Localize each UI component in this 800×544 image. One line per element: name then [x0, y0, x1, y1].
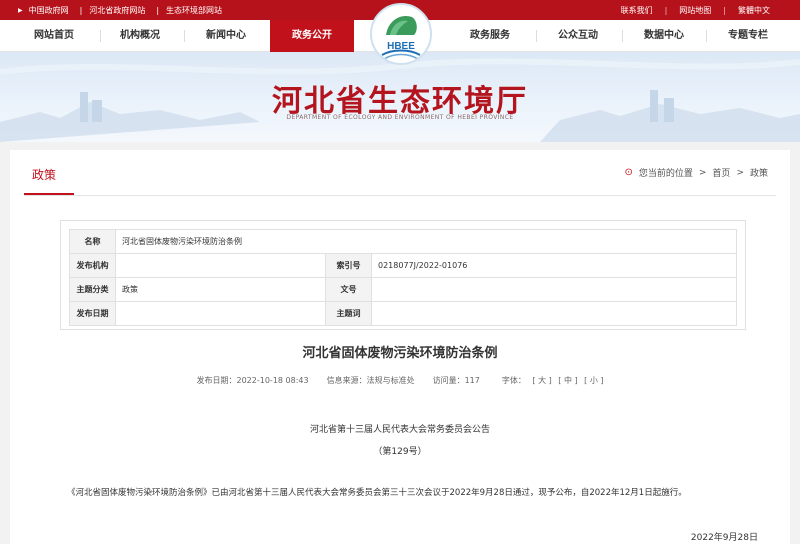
- header-banner: 河北省生态环境厅 DEPARTMENT OF ECOLOGY AND ENVIR…: [0, 52, 800, 142]
- separator: |: [79, 5, 83, 15]
- info-key: 发布日期: [69, 301, 116, 326]
- nav-divider: [706, 30, 707, 42]
- table-row: 发布机构 索引号 0218077J/2022-01076: [69, 253, 737, 278]
- publish-date-label: 发布日期：: [196, 376, 237, 385]
- nav-divider: [184, 30, 185, 42]
- nav-divider: [622, 30, 623, 42]
- breadcrumb-prefix: 您当前的位置: [638, 169, 693, 179]
- view-count: 访问量：117: [433, 375, 480, 386]
- table-row: 名称 河北省固体废物污染环境防治条例: [69, 229, 737, 254]
- banner-subtitle: DEPARTMENT OF ECOLOGY AND ENVIRONMENT OF…: [286, 114, 514, 121]
- info-key: 文号: [325, 277, 372, 302]
- info-source: 信息来源：法规与标准处: [327, 375, 415, 386]
- site-logo[interactable]: HBEE: [370, 3, 432, 65]
- publish-date: 发布日期：2022-10-18 08:43: [197, 375, 309, 386]
- top-bar-right-links: 联系我们 | 网站地图 | 繁體中文: [609, 0, 782, 20]
- nav-divider: [100, 30, 101, 42]
- font-size-small-button[interactable]: [ 小 ]: [584, 376, 603, 385]
- logo-emblem-icon: [381, 15, 421, 60]
- table-row: 主题分类 政策 文号: [69, 277, 737, 302]
- separator: |: [156, 5, 160, 15]
- document-info-box: 名称 河北省固体废物污染环境防治条例 发布机构 索引号 0218077J/202…: [60, 220, 746, 330]
- breadcrumb-separator: >: [698, 167, 707, 178]
- page-title-underline: [24, 193, 74, 195]
- contact-link[interactable]: 联系我们: [609, 5, 665, 16]
- view-count-value: 117: [464, 376, 480, 385]
- document-sign-date: 2022年9月28日: [690, 533, 758, 543]
- info-key: 主题词: [325, 301, 372, 326]
- breadcrumb-home[interactable]: 首页: [712, 166, 730, 179]
- font-size-medium-button[interactable]: [ 中 ]: [558, 376, 577, 385]
- page-title: 政策: [32, 168, 57, 182]
- announcement-number: （第129号）: [373, 447, 427, 457]
- document-title: 河北省固体废物污染环境防治条例: [302, 346, 498, 361]
- announcement-title: 河北省第十三届人民代表大会常务委员会公告: [309, 425, 490, 435]
- logo-text: HBEE: [387, 41, 415, 52]
- location-pin-icon: ⊙: [624, 167, 633, 178]
- gov-site-link[interactable]: 中国政府网: [29, 5, 69, 16]
- document-paragraph: 《河北省固体废物污染环境防治条例》已由河北省第十三届人民代表大会常务委员会第三十…: [67, 488, 687, 498]
- nav-item-home[interactable]: 网站首页: [20, 20, 88, 52]
- breadcrumb-separator: >: [736, 167, 744, 178]
- info-value: [115, 253, 326, 278]
- font-size-label: 字体：: [501, 376, 526, 385]
- info-value: 政策: [115, 277, 326, 302]
- nav-divider: [536, 30, 537, 42]
- nav-item-organization[interactable]: 机构概况: [104, 20, 176, 52]
- nav-item-news[interactable]: 新闻中心: [188, 20, 264, 52]
- mee-link[interactable]: 生态环境部网站: [166, 5, 222, 16]
- info-value: [371, 301, 737, 326]
- info-value: 0218077J/2022-01076: [371, 253, 737, 278]
- separator: |: [664, 5, 668, 15]
- info-value: [115, 301, 326, 326]
- info-key: 主题分类: [69, 277, 116, 302]
- info-source-value: 法规与标准处: [366, 376, 415, 385]
- info-source-label: 信息来源：: [326, 376, 367, 385]
- sitemap-link[interactable]: 网站地图: [667, 5, 723, 16]
- publish-date-value: 2022-10-18 08:43: [236, 376, 309, 385]
- info-key: 索引号: [325, 253, 372, 278]
- table-row: 发布日期 主题词: [69, 301, 737, 326]
- nav-item-data-center[interactable]: 数据中心: [626, 20, 702, 52]
- hebei-gov-link[interactable]: 河北省政府网站: [89, 5, 145, 16]
- document-info-table: 名称 河北省固体废物污染环境防治条例 发布机构 索引号 0218077J/202…: [69, 229, 737, 326]
- font-size-control: 字体： [ 大 ] [ 中 ] [ 小 ]: [498, 375, 604, 386]
- view-count-label: 访问量：: [432, 376, 465, 385]
- content-panel: 政策 ⊙ 您当前的位置 > 首页 > 政策 名称 河北省固体废物污染环境防治条例…: [10, 150, 790, 544]
- separator: |: [723, 5, 726, 15]
- breadcrumb: ⊙ 您当前的位置 > 首页 > 政策: [624, 166, 768, 179]
- info-key: 名称: [69, 229, 116, 254]
- document-meta: 发布日期：2022-10-18 08:43 信息来源：法规与标准处 访问量：11…: [10, 375, 790, 386]
- triangle-icon: ▶: [18, 6, 23, 14]
- info-value: [371, 277, 737, 302]
- nav-item-topics[interactable]: 专题专栏: [710, 20, 786, 52]
- nav-item-services[interactable]: 政务服务: [452, 20, 528, 52]
- header-divider: [24, 195, 776, 196]
- font-size-large-button[interactable]: [ 大 ]: [532, 376, 551, 385]
- breadcrumb-current[interactable]: 政策: [750, 166, 768, 179]
- info-value: 河北省固体废物污染环境防治条例: [115, 229, 737, 254]
- nav-item-gov-affairs[interactable]: 政务公开: [270, 20, 354, 52]
- traditional-chinese-link[interactable]: 繁體中文: [726, 5, 782, 16]
- top-bar-left-links: ▶ 中国政府网 | 河北省政府网站 | 生态环境部网站: [18, 0, 226, 20]
- info-key: 发布机构: [69, 253, 116, 278]
- nav-item-interaction[interactable]: 公众互动: [540, 20, 616, 52]
